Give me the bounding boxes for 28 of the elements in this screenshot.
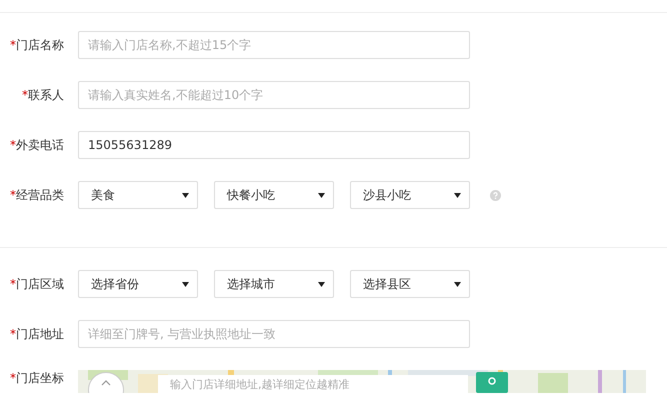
dropdown[interactable]: 美食 [78, 181, 198, 209]
search-field[interactable]: 输入门店详细地址,越详细定位越精准 [158, 375, 468, 393]
caret-icon [318, 192, 325, 198]
field-label: *门店名称 [9, 36, 65, 54]
dropdown[interactable]: 选择省份 [78, 270, 198, 298]
field-label: *门店区域 [9, 276, 65, 292]
help-icon[interactable] [490, 190, 501, 200]
field-label: *门店地址 [9, 326, 65, 342]
search-icon [487, 377, 497, 387]
dropdown[interactable]: 快餐小吃 [214, 181, 334, 209]
dropdown[interactable]: 选择城市 [214, 270, 334, 298]
caret-icon [454, 282, 461, 286]
field-label: *经营品类 [9, 186, 65, 204]
chevron-up-icon [101, 380, 111, 386]
caret-icon [182, 192, 189, 198]
field-label: *联系人 [21, 86, 65, 104]
input-field[interactable]: 请输入真实姓名,不能超过10个字 [78, 81, 470, 109]
search-button[interactable] [476, 372, 508, 393]
caret-icon [182, 282, 189, 286]
dropdown[interactable]: 选择县区 [350, 270, 470, 298]
field-label: *门店坐标 [9, 370, 65, 387]
input-field[interactable]: 详细至门牌号, 与营业执照地址一致 [78, 320, 470, 348]
field-label: *外卖电话 [9, 136, 65, 154]
input-field[interactable]: 请输入门店名称,不超过15个字 [78, 31, 470, 59]
dropdown[interactable]: 沙县小吃 [350, 181, 470, 209]
caret-icon [454, 192, 461, 198]
input-field[interactable]: 15055631289 [78, 131, 470, 159]
caret-icon [318, 282, 325, 286]
